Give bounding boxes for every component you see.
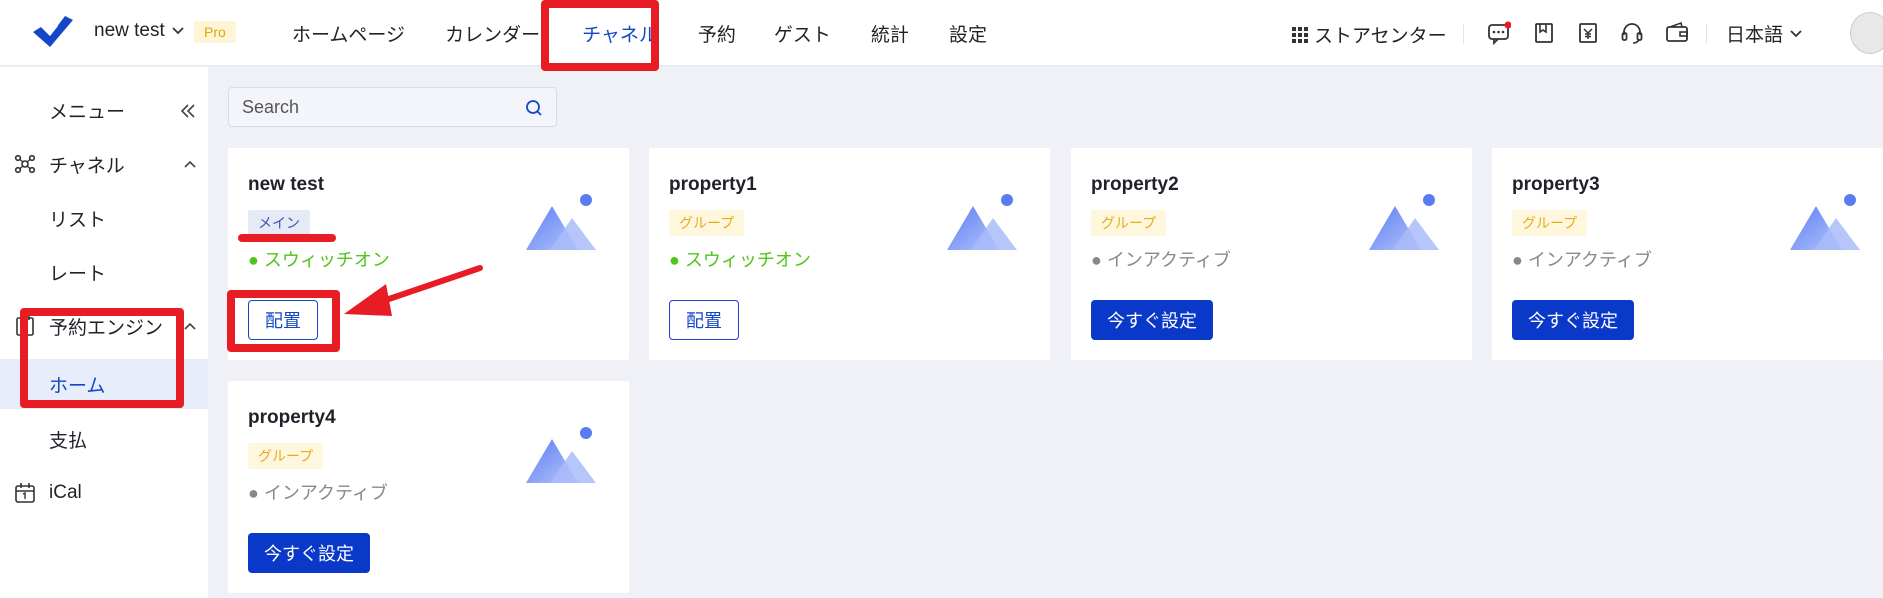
property-tag: グループ <box>248 443 324 469</box>
nav-calendar[interactable]: カレンダー <box>425 0 560 66</box>
property-card: property4 グループ ● インアクティブ 今すぐ設定 <box>228 381 629 593</box>
annotation-arrow-icon <box>344 265 483 316</box>
nav-statistics[interactable]: 統計 <box>851 0 929 66</box>
chat-icon[interactable] <box>1487 21 1511 45</box>
chevron-up-icon <box>184 160 196 168</box>
grid-icon <box>1292 26 1308 43</box>
property-tag: グループ <box>669 210 745 236</box>
store-center-link[interactable]: ストアセンター <box>1292 21 1447 48</box>
property-image-placeholder-icon <box>526 194 596 250</box>
sidebar-item-ical[interactable]: iCal <box>0 466 208 520</box>
store-center-label: ストアセンター <box>1314 26 1447 47</box>
property-name: new test <box>248 174 325 195</box>
nav-reservations[interactable]: 予約 <box>680 0 754 66</box>
language-selector[interactable]: 日本語 <box>1726 20 1803 47</box>
annotation-box-configure <box>227 290 340 352</box>
nav-guests[interactable]: ゲスト <box>754 0 851 66</box>
annotation-box-channel <box>541 0 659 71</box>
property-name: new test <box>94 20 165 41</box>
property-card: property2 グループ ● インアクティブ 今すぐ設定 <box>1071 148 1472 360</box>
setup-now-button[interactable]: 今すぐ設定 <box>248 533 370 573</box>
sidebar-menu-title: メニュー <box>49 102 126 123</box>
search-box <box>228 87 557 127</box>
calendar-icon <box>15 483 35 503</box>
configure-button[interactable]: 配置 <box>669 300 739 340</box>
sidebar-item-label: レート <box>49 263 107 285</box>
annotation-box-sidebar <box>20 308 184 408</box>
sidebar-item-label: 支払 <box>49 430 88 452</box>
status-badge: ● インアクティブ <box>1512 250 1652 270</box>
plan-badge: Pro <box>194 21 236 43</box>
divider <box>1463 24 1464 44</box>
collapse-icon[interactable] <box>180 103 196 119</box>
divider <box>1706 24 1707 44</box>
property-selector[interactable]: new test <box>94 20 185 42</box>
status-badge: ● インアクティブ <box>248 483 388 503</box>
sidebar-item-label: リスト <box>49 209 107 231</box>
property-name: property2 <box>1091 174 1179 195</box>
status-badge: ● インアクティブ <box>1091 250 1231 270</box>
sidebar-item-rate[interactable]: レート <box>0 245 208 299</box>
sidebar-item-label: チャネル <box>49 155 125 177</box>
sidebar-item-label: iCal <box>49 482 82 503</box>
sidebar-item-payment[interactable]: 支払 <box>0 412 208 466</box>
property-card: property3 グループ ● インアクティブ 今すぐ設定 <box>1492 148 1883 360</box>
search-icon[interactable] <box>524 98 544 118</box>
property-image-placeholder-icon <box>1369 194 1439 250</box>
setup-now-button[interactable]: 今すぐ設定 <box>1091 300 1213 340</box>
property-name: property4 <box>248 407 336 428</box>
property-image-placeholder-icon <box>526 427 596 483</box>
property-tag: メイン <box>248 210 310 236</box>
property-card: property1 グループ ● スウィッチオン 配置 <box>649 148 1050 360</box>
setup-now-button[interactable]: 今すぐ設定 <box>1512 300 1634 340</box>
status-badge: ● スウィッチオン <box>669 250 811 270</box>
channel-icon <box>14 154 36 174</box>
property-tag: グループ <box>1091 210 1167 236</box>
chevron-down-icon <box>1790 29 1802 37</box>
property-name: property3 <box>1512 174 1600 195</box>
chevron-up-icon <box>184 322 196 330</box>
book-icon[interactable] <box>1532 21 1556 45</box>
yen-receipt-icon[interactable] <box>1576 21 1600 45</box>
avatar[interactable] <box>1850 12 1883 54</box>
app-logo-icon[interactable] <box>30 14 76 50</box>
nav-home[interactable]: ホームページ <box>268 0 425 66</box>
annotation-underline <box>238 234 336 242</box>
property-name: property1 <box>669 174 757 195</box>
headset-icon[interactable] <box>1620 21 1644 45</box>
chevron-down-icon <box>172 27 184 35</box>
language-label: 日本語 <box>1726 25 1784 46</box>
property-image-placeholder-icon <box>947 194 1017 250</box>
wallet-icon[interactable] <box>1665 21 1689 45</box>
sidebar-item-list[interactable]: リスト <box>0 191 208 245</box>
top-bar: new test Pro ホームページ カレンダー チャネル 予約 ゲスト 統計… <box>0 0 1883 66</box>
sidebar-item-channel[interactable]: チャネル <box>0 137 208 191</box>
property-image-placeholder-icon <box>1790 194 1860 250</box>
search-input[interactable] <box>229 96 509 118</box>
property-tag: グループ <box>1512 210 1588 236</box>
nav-settings[interactable]: 設定 <box>929 0 1007 66</box>
